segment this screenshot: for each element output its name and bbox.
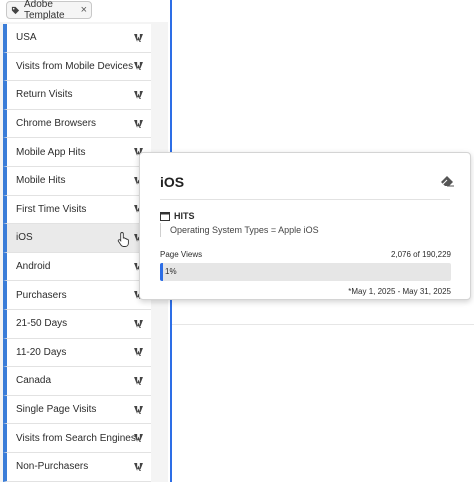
adobe-logo-icon (134, 119, 143, 128)
segment-row[interactable]: Chrome Browsers (3, 109, 151, 139)
segment-label: USA (16, 32, 37, 44)
adobe-logo-icon (134, 90, 143, 99)
adobe-logo-icon (134, 376, 143, 385)
segment-rule: Operating System Types = Apple iOS (160, 223, 319, 237)
popover-divider (160, 199, 450, 200)
adobe-logo-icon (134, 434, 143, 443)
segment-row[interactable]: 21-50 Days (3, 309, 151, 339)
hits-container-icon (160, 211, 170, 221)
adobe-logo-icon (134, 348, 143, 357)
eraser-icon[interactable] (440, 175, 454, 187)
segment-label: Visits from Mobile Devices (16, 60, 134, 72)
adobe-logo-icon (134, 462, 143, 471)
adobe-logo-icon (134, 405, 143, 414)
segment-list: USA Visits from Mobile Devices Return Visi… (3, 24, 151, 482)
segment-row[interactable]: Return Visits (3, 81, 151, 110)
segment-label: Non-Purchasers (16, 461, 89, 473)
segment-row[interactable]: First Time Visits (3, 195, 151, 225)
metric-bar-fill (160, 263, 163, 281)
filter-tag[interactable]: Adobe Template × (6, 0, 92, 21)
metric-bar-label: 1% (165, 267, 177, 276)
metric-value: 2,076 of 190,229 (390, 250, 451, 259)
segment-label: 21-50 Days (16, 318, 68, 330)
metric-bar: 1% (160, 263, 451, 281)
segment-row[interactable]: 11-20 Days (3, 338, 151, 368)
segment-row[interactable]: Visits from Mobile Devices (3, 52, 151, 82)
segment-row[interactable]: USA (3, 24, 151, 53)
segment-label: Mobile App Hits (16, 146, 86, 158)
metric-label: Page Views (160, 250, 203, 259)
segment-label: Single Page Visits (16, 404, 97, 416)
segment-row[interactable]: Single Page Visits (3, 395, 151, 425)
segment-row[interactable]: Mobile Hits (3, 166, 151, 196)
filter-tag-label: Adobe Template (24, 0, 65, 21)
adobe-logo-icon (134, 62, 143, 71)
segment-label: Canada (16, 375, 52, 387)
adobe-logo-icon (134, 319, 143, 328)
background-table-line (172, 324, 474, 325)
segment-row[interactable]: iOS (3, 224, 151, 253)
container-type: HITS (160, 211, 195, 221)
segment-label: Android (16, 261, 51, 273)
popover-title: iOS (160, 174, 185, 190)
segment-row[interactable]: Non-Purchasers (3, 452, 151, 482)
segment-row[interactable]: Mobile App Hits (3, 138, 151, 167)
segment-row[interactable]: Purchasers (3, 281, 151, 310)
container-label: HITS (174, 211, 195, 221)
close-icon[interactable]: × (81, 4, 87, 16)
hand-cursor-icon (117, 232, 129, 248)
segment-label: 11-20 Days (16, 346, 67, 358)
segment-label: Visits from Search Engines (16, 432, 136, 444)
segment-row[interactable]: Canada (3, 367, 151, 396)
segment-label: Purchasers (16, 289, 67, 301)
segment-label: Return Visits (16, 89, 73, 101)
segment-label: Mobile Hits (16, 175, 66, 187)
adobe-logo-icon (134, 33, 143, 42)
tag-icon (11, 6, 20, 14)
segment-label: iOS (16, 232, 33, 244)
segment-label: Chrome Browsers (16, 118, 97, 130)
date-range: *May 1, 2025 - May 31, 2025 (348, 287, 451, 296)
segment-label: First Time Visits (16, 203, 87, 215)
segment-preview-popover: iOS HITS Operating System Types = Apple … (139, 152, 471, 300)
segment-row[interactable]: Android (3, 252, 151, 282)
segment-row[interactable]: Visits from Search Engines (3, 424, 151, 453)
